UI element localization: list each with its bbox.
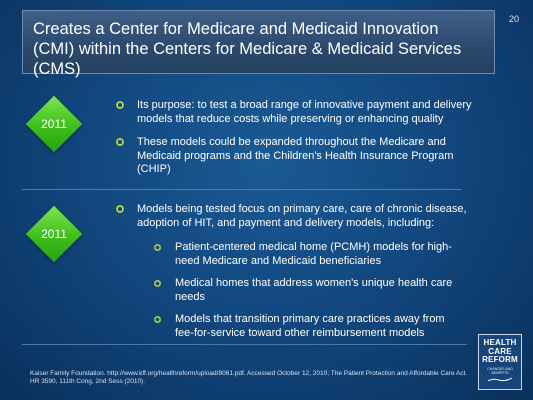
footer-citation: Kaiser Family Foundation. http://www.kff… — [30, 370, 468, 385]
subbullet-dot-icon — [154, 316, 161, 323]
bullet-item: Models being tested focus on primary car… — [116, 203, 476, 230]
health-care-reform-logo: HEALTH CARE REFORM CHANGES AND BENEFITS — [478, 334, 522, 390]
subbullet-text: Models that transition primary care prac… — [175, 313, 445, 339]
subbullet-text: Patient-centered medical home (PCMH) mod… — [175, 241, 452, 267]
logo-line-3: REFORM — [482, 355, 518, 364]
subbullet-dot-icon — [154, 244, 161, 251]
bullet-dot-icon — [116, 205, 124, 213]
divider — [22, 344, 467, 345]
bullet-dot-icon — [116, 138, 124, 146]
subbullet-item: Patient-centered medical home (PCMH) mod… — [154, 241, 454, 268]
year-label-2: 2011 — [41, 227, 67, 241]
slide-title: Creates a Center for Medicare and Medica… — [33, 20, 462, 78]
logo-text: HEALTH CARE REFORM — [479, 338, 521, 365]
bullet-dot-icon — [116, 101, 124, 109]
logo-tagline: CHANGES AND BENEFITS — [487, 366, 513, 375]
bullet-text: Its purpose: to test a broad range of in… — [137, 99, 472, 125]
hand-icon — [487, 377, 513, 381]
section-1-bullets: Its purpose: to test a broad range of in… — [116, 99, 476, 187]
year-label-1: 2011 — [41, 117, 67, 131]
bullet-item: Its purpose: to test a broad range of in… — [116, 99, 476, 126]
bullet-text: Models being tested focus on primary car… — [137, 203, 467, 229]
bullet-text: These models could be expanded throughou… — [137, 136, 454, 175]
subbullet-item: Medical homes that address women's uniqu… — [154, 277, 454, 304]
subbullet-dot-icon — [154, 280, 161, 287]
bullet-item: These models could be expanded throughou… — [116, 136, 476, 177]
divider — [22, 189, 462, 190]
section-2-bullets: Models being tested focus on primary car… — [116, 203, 476, 239]
slide-number: 20 — [508, 14, 519, 24]
subbullet-text: Medical homes that address women's uniqu… — [175, 277, 453, 303]
subbullet-item: Models that transition primary care prac… — [154, 313, 454, 340]
title-box: Creates a Center for Medicare and Medica… — [22, 10, 495, 78]
section-2-subbullets: Patient-centered medical home (PCMH) mod… — [154, 241, 454, 349]
